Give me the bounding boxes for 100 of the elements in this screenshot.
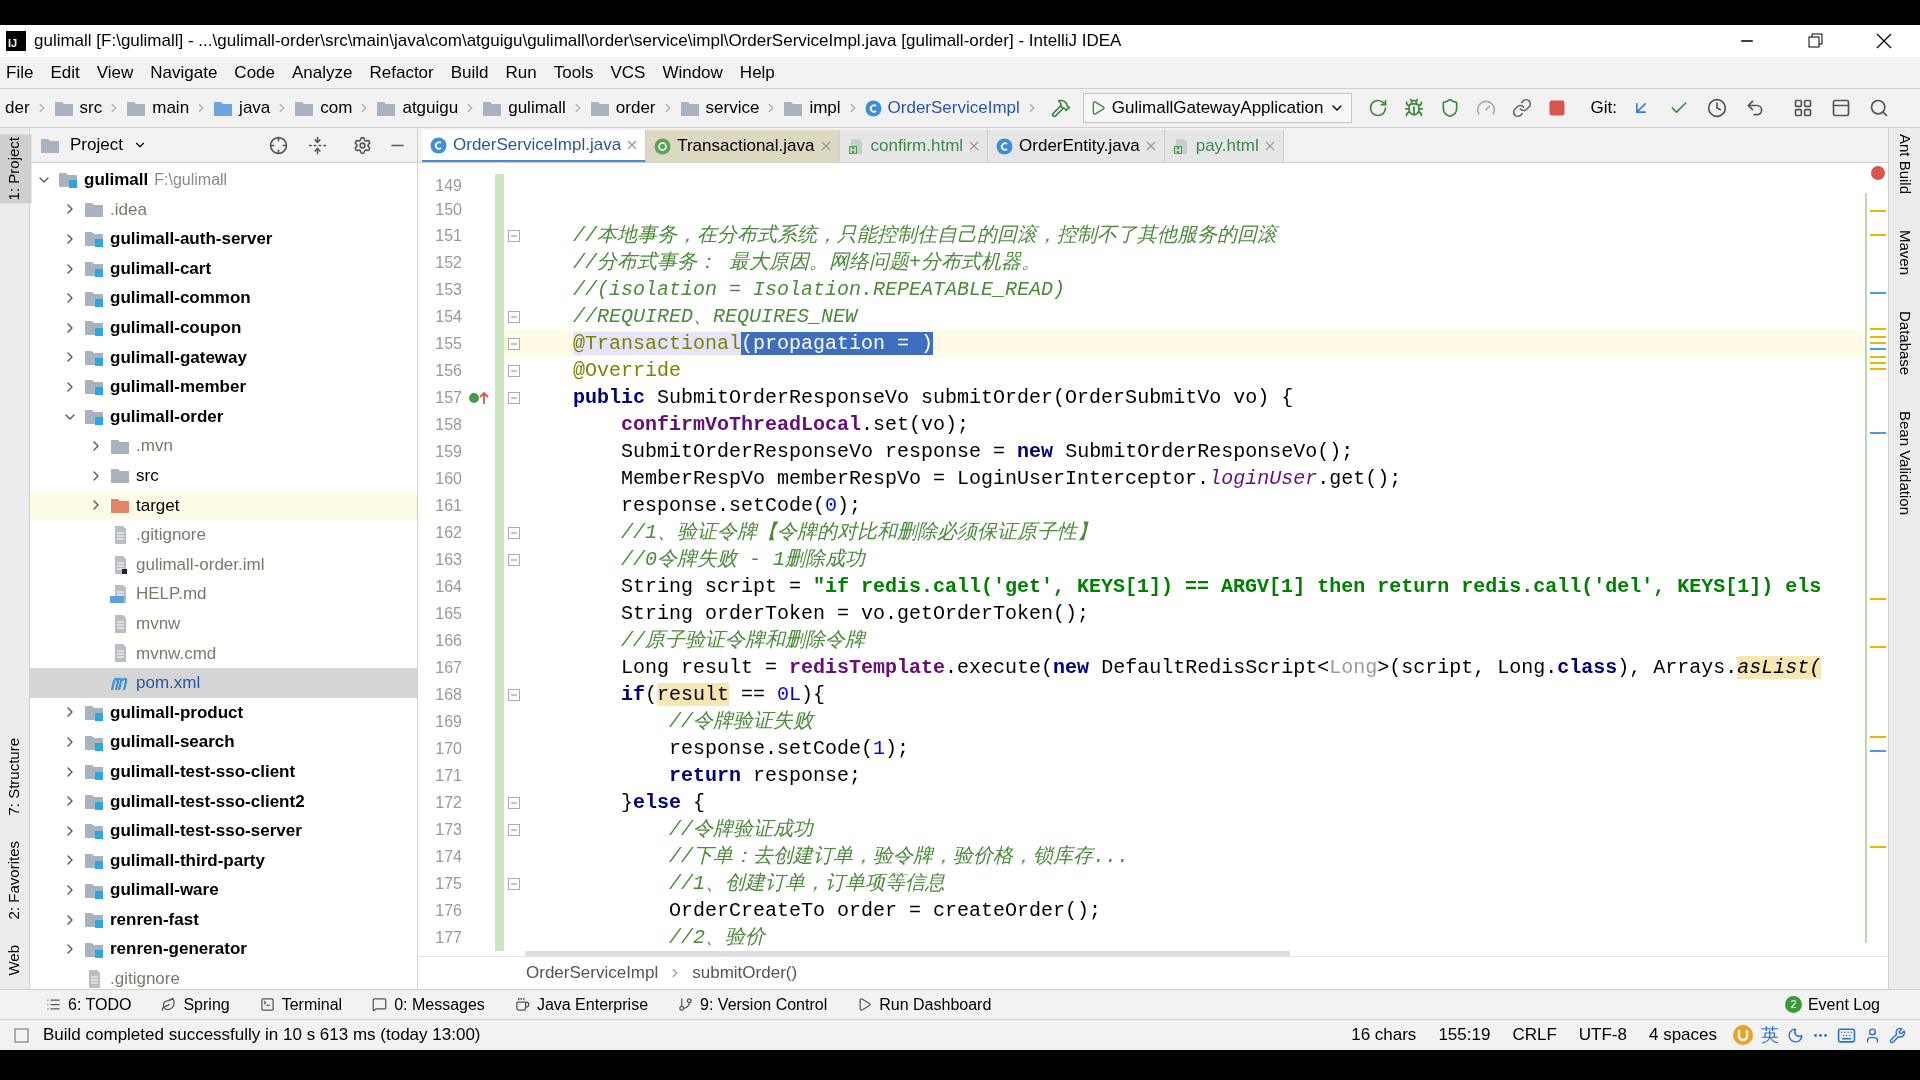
menu-item[interactable]: View [96,59,134,86]
tool-window-tab[interactable]: Ant Build [1893,134,1916,195]
editor-tab[interactable]: confirm.html [839,130,989,162]
breadcrumb-item[interactable]: order [584,95,661,121]
wrench-icon[interactable] [1889,1026,1906,1044]
menu-item[interactable]: Tools [553,59,594,86]
tree-item[interactable]: target [30,490,417,521]
tool-window-tab[interactable]: Bean Validation [1893,411,1916,516]
tree-item[interactable]: mvnw.cmd [30,638,417,669]
tool-window-button[interactable]: 9: Version Control [678,992,828,1017]
menu-item[interactable]: Run [505,59,537,86]
tool-window-tab[interactable]: 2: Favorites [0,838,32,923]
close-icon[interactable] [1876,33,1892,49]
tool-window-tab[interactable]: 1: Project [0,134,32,204]
breadcrumb-item[interactable]: submitOrder() [692,960,798,986]
breadcrumb-item[interactable]: service [674,95,765,121]
tree-item[interactable]: pom.xml [30,668,417,698]
editor-tab[interactable]: Transactional.java [646,130,840,162]
breadcrumb-item[interactable]: OrderServiceImpl [526,960,659,986]
breadcrumb-item[interactable]: src [48,95,108,121]
rollback-icon[interactable] [1744,98,1765,118]
tool-window-tab[interactable]: Web [0,942,32,979]
tree-item[interactable]: .mvn [30,431,417,461]
breadcrumb-item[interactable]: main [121,95,195,121]
fold-marker-icon[interactable] [508,364,520,377]
editor-tab[interactable]: OrderEntity.java [988,130,1165,162]
tree-item[interactable]: gulimall-test-sso-client2 [30,786,417,817]
tree-item[interactable]: gulimall-search [30,727,417,757]
tree-item[interactable]: gulimall-member [30,372,417,402]
coverage-icon[interactable] [1440,98,1461,118]
input-mode-label[interactable]: 英 [1761,1021,1779,1049]
event-log-button[interactable]: 2 Event Log [1784,992,1880,1017]
history-icon[interactable] [1706,98,1727,118]
breadcrumb-item[interactable]: atguigu [371,95,464,121]
settings-icon[interactable] [353,135,372,155]
tool-window-button[interactable]: Spring [161,992,230,1017]
override-marker-icon[interactable] [467,389,490,406]
tree-item[interactable]: gulimall-common [30,283,417,313]
tool-window-button[interactable]: 0: Messages [372,992,485,1017]
tree-item[interactable]: renren-generator [30,934,417,965]
attach-icon[interactable] [1512,98,1533,118]
fold-marker-icon[interactable] [508,391,520,404]
search-icon[interactable] [1868,98,1889,118]
fold-marker-icon[interactable] [508,526,520,539]
tree-item[interactable]: gulimall-order [30,401,417,432]
restore-icon[interactable] [1808,33,1824,49]
user-icon[interactable] [1864,1026,1881,1044]
breadcrumb-item[interactable]: OrderServiceImpl [859,95,1025,121]
menu-item[interactable]: Help [739,59,775,86]
collapse-all-icon[interactable] [308,135,327,155]
status-item[interactable]: UTF-8 [1578,1022,1627,1048]
tree-item[interactable]: HELP.md [30,579,417,609]
rerun-icon[interactable] [1368,98,1389,118]
editor-tab[interactable]: OrderServiceImpl.java [422,130,647,162]
menu-item[interactable]: Edit [50,59,80,86]
status-item[interactable]: 155:19 [1438,1022,1491,1048]
input-method-icon[interactable] [1733,1025,1753,1045]
run-configuration-dropdown[interactable]: GulimallGatewayApplication [1082,93,1353,123]
tree-item[interactable]: .idea [30,194,417,225]
tree-item[interactable]: gulimall-ware [30,875,417,905]
status-item[interactable]: 16 chars [1351,1022,1417,1048]
tool-window-button[interactable]: 6: TODO [46,992,132,1017]
breadcrumb-item[interactable]: java [208,95,276,121]
fold-marker-icon[interactable] [508,796,520,809]
tool-window-button[interactable]: Terminal [259,992,343,1017]
hammer-icon[interactable] [1050,98,1071,118]
debug-icon[interactable] [1404,98,1425,118]
breadcrumb-item[interactable]: com [289,95,358,121]
menu-item[interactable]: Refactor [369,59,434,86]
tree-item[interactable]: .gitignore [30,964,417,989]
tree-item[interactable]: gulimall-test-sso-server [30,816,417,846]
tree-item[interactable]: gulimall-order.iml [30,549,417,580]
fold-marker-icon[interactable] [508,337,520,350]
moon-icon[interactable] [1787,1026,1804,1044]
tree-item[interactable]: gulimall-product [30,697,417,728]
menu-item[interactable]: Window [662,59,723,86]
fold-marker-icon[interactable] [508,823,520,836]
tree-item[interactable]: gulimall-gateway [30,342,417,373]
tree-item[interactable]: gulimall-coupon [30,312,417,343]
keyboard-icon[interactable] [1837,1025,1856,1045]
menu-item[interactable]: Navigate [150,59,218,86]
breadcrumb-item[interactable]: gulimall [477,95,571,121]
tree-item[interactable]: .gitignore [30,520,417,550]
project-structure-icon[interactable] [1792,98,1813,118]
tool-window-tab[interactable]: 7: Structure [0,734,32,819]
menu-item[interactable]: Build [450,59,489,86]
fold-marker-icon[interactable] [508,229,520,242]
tree-item[interactable]: gulimall-test-sso-client [30,756,417,787]
fold-marker-icon[interactable] [508,688,520,701]
tool-window-tab[interactable]: Maven [1893,230,1916,276]
tree-item[interactable]: gulimall-cart [30,253,417,284]
editor-tab[interactable]: pay.html [1164,130,1284,162]
project-view-selector[interactable]: Project [70,132,123,158]
fold-marker-icon[interactable] [508,310,520,323]
breadcrumb-item[interactable]: impl [778,95,846,121]
menu-item[interactable]: Code [234,59,275,86]
tree-item[interactable]: renren-fast [30,904,417,935]
status-item[interactable]: 4 spaces [1648,1022,1717,1048]
fold-marker-icon[interactable] [508,553,520,566]
tree-item[interactable]: gulimall F:\gulimall [30,165,417,195]
